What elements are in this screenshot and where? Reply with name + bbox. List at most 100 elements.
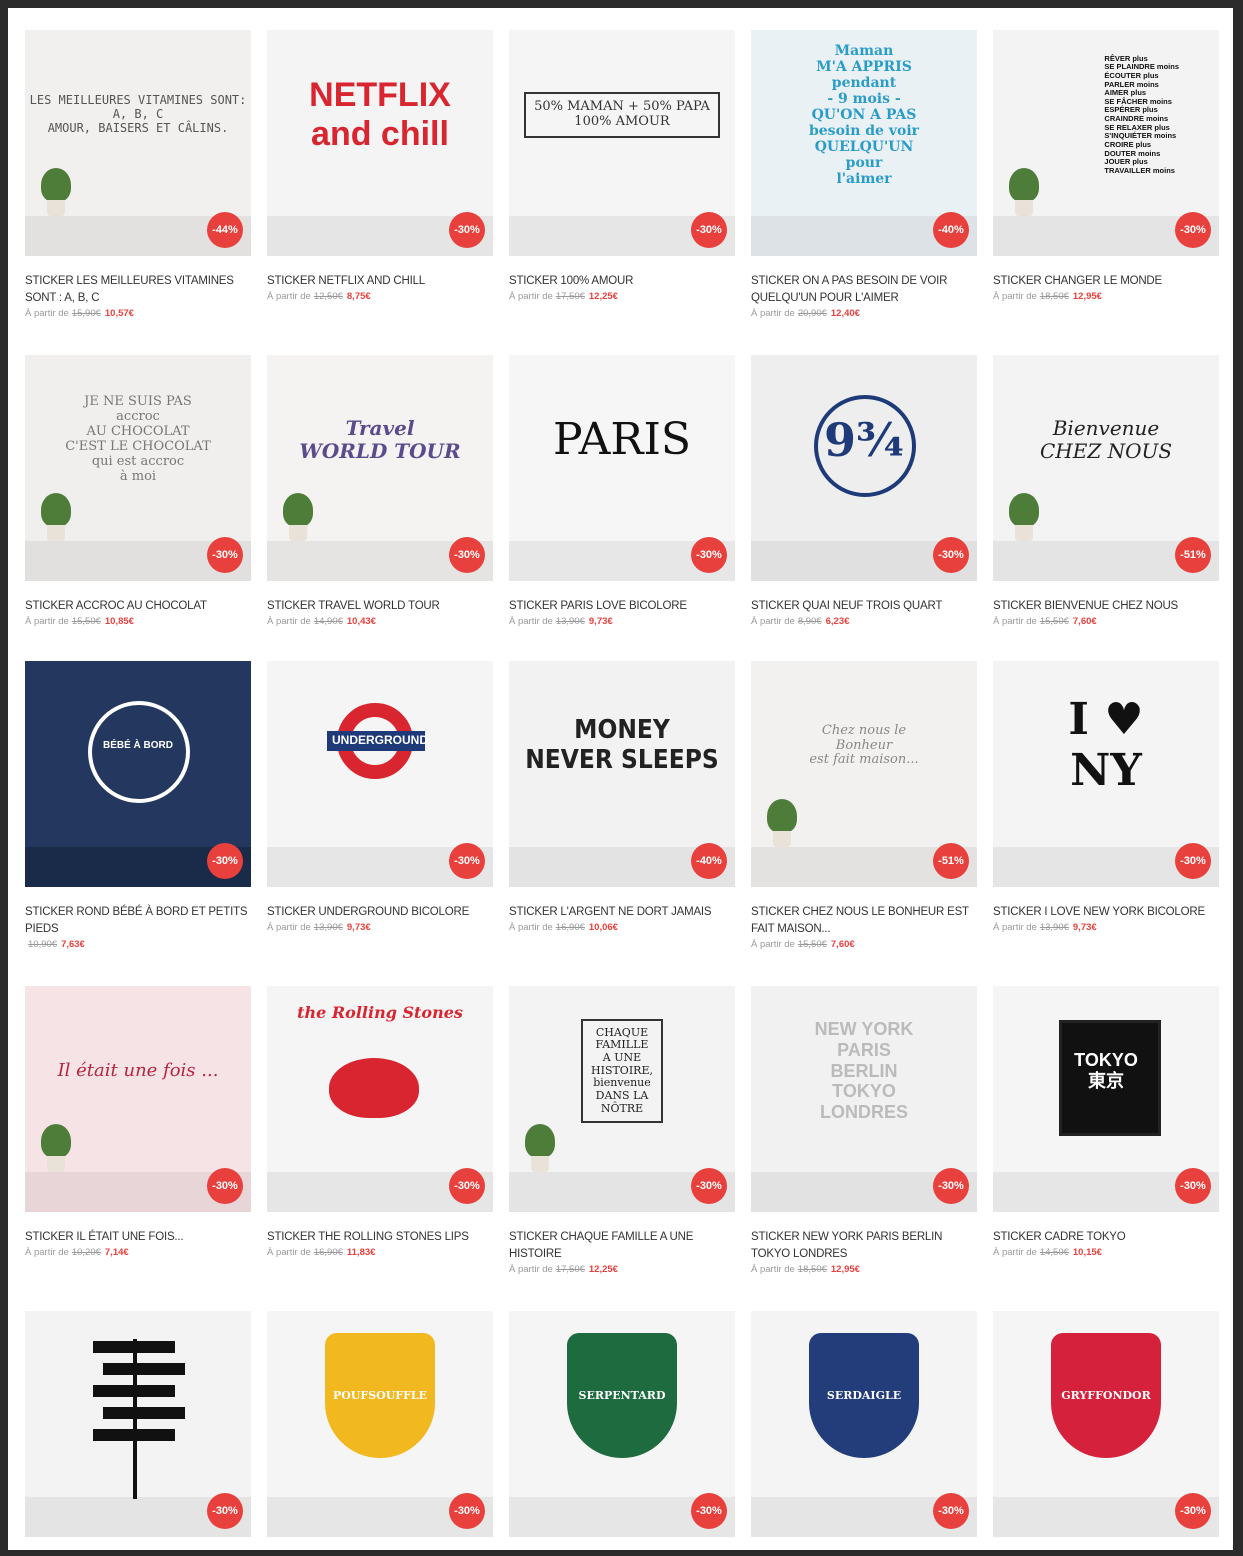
product-image[interactable]: CHAQUE FAMILLE A UNE HISTOIRE, bienvenue… (509, 986, 735, 1212)
product-title[interactable]: Sticker on a pas besoin de voir quelqu'u… (751, 273, 977, 307)
sticker-artwork-text: Travel WORLD TOUR (299, 416, 461, 463)
product-title[interactable]: Sticker accroc au chocolat (25, 598, 251, 615)
product-image[interactable]: Travel WORLD TOUR -30% (267, 355, 493, 581)
sale-price: 12,40€ (830, 308, 860, 319)
sticker-artwork-text: 50% MAMAN + 50% PAPA 100% AMOUR (509, 40, 735, 190)
product-image[interactable]: POUFSOUFFLE -30% (267, 1311, 493, 1537)
product-card[interactable]: the Rolling Stones -30% Sticker the Rollin… (267, 986, 493, 1311)
product-title[interactable]: Sticker I love New York bicolore (993, 904, 1219, 921)
product-card[interactable]: UNDERGROUND -30% Sticker Underground bicol… (267, 661, 493, 986)
discount-badge: -30% (449, 843, 485, 879)
product-card[interactable]: 50% MAMAN + 50% PAPA 100% AMOUR -30% Stick… (509, 30, 735, 355)
plant-pot-shape (1015, 525, 1033, 541)
product-card[interactable]: GRYFFONDOR -30% (993, 1311, 1219, 1550)
product-image[interactable]: the Rolling Stones -30% (267, 986, 493, 1212)
product-card[interactable]: MONEY NEVER SLEEPS -40% Sticker l'argent n… (509, 661, 735, 986)
product-card[interactable]: CHAQUE FAMILLE A UNE HISTOIRE, bienvenue… (509, 986, 735, 1311)
product-image[interactable]: SERPENTARD -30% (509, 1311, 735, 1537)
product-price: À partir de 18,50€ 12,95€ (751, 1264, 977, 1275)
product-price: À partir de 17,50€ 12,25€ (509, 1264, 735, 1275)
product-title[interactable]: Sticker Paris love bicolore (509, 598, 735, 615)
product-card[interactable]: RÊVER plus SE PLAINDRE moins ÉCOUTER plu… (993, 30, 1219, 355)
product-title[interactable]: Sticker Travel World Tour (267, 598, 493, 615)
product-image[interactable]: BÉBÉ À BORD -30% (25, 661, 251, 887)
product-card[interactable]: JE NE SUIS PAS accroc AU CHOCOLAT C'EST … (25, 355, 251, 661)
product-title[interactable]: Sticker les meilleures vitamines sont : … (25, 273, 251, 307)
product-card[interactable]: Travel WORLD TOUR -30% Sticker Travel Worl… (267, 355, 493, 661)
sale-price: 12,95€ (1072, 291, 1102, 302)
product-title[interactable]: Sticker chaque famille a une histoire (509, 1229, 735, 1263)
old-price: 14,90€ (313, 616, 343, 627)
product-image[interactable]: RÊVER plus SE PLAINDRE moins ÉCOUTER plu… (993, 30, 1219, 256)
product-image[interactable]: NETFLIX and chill -30% (267, 30, 493, 256)
product-image[interactable]: 50% MAMAN + 50% PAPA 100% AMOUR -30% (509, 30, 735, 256)
sticker-artwork-text: MONEY NEVER SLEEPS (525, 715, 719, 775)
product-image[interactable]: -30% (25, 1311, 251, 1537)
product-grid-page: LES MEILLEURES VITAMINES SONT: A, B, C A… (8, 8, 1233, 1550)
product-price: À partir de 18,50€ 12,95€ (993, 291, 1219, 302)
product-image[interactable]: JE NE SUIS PAS accroc AU CHOCOLAT C'EST … (25, 355, 251, 581)
product-card[interactable]: I ♥ NY -30% Sticker I love New York bicolo… (993, 661, 1219, 986)
product-image[interactable]: Bienvenue CHEZ NOUS -51% (993, 355, 1219, 581)
product-card[interactable]: SERDAIGLE -30% (751, 1311, 977, 1550)
product-card[interactable]: TOKYO 東京 -30% Sticker cadre Tokyo À partir … (993, 986, 1219, 1311)
old-price: 16,90€ (313, 1247, 343, 1258)
product-card[interactable]: PARIS -30% Sticker Paris love bicolore À pa… (509, 355, 735, 661)
sale-price: 7,14€ (104, 1247, 129, 1258)
price-prefix: À partir de (25, 308, 69, 319)
product-image[interactable]: LES MEILLEURES VITAMINES SONT: A, B, C A… (25, 30, 251, 256)
product-card[interactable]: Maman M'A APPRIS pendant - 9 mois - QU'O… (751, 30, 977, 355)
product-image[interactable]: I ♥ NY -30% (993, 661, 1219, 887)
price-prefix: À partir de (993, 291, 1037, 302)
sticker-artwork-text: NETFLIX and chill (309, 75, 451, 153)
product-card[interactable]: Bienvenue CHEZ NOUS -51% Sticker bienvenue… (993, 355, 1219, 661)
product-card[interactable]: BÉBÉ À BORD -30% Sticker rond bébé à bord … (25, 661, 251, 986)
product-title[interactable]: Sticker bienvenue chez nous (993, 598, 1219, 615)
old-price: 10,20€ (71, 1247, 101, 1258)
product-image[interactable]: 9¾ -30% (751, 355, 977, 581)
product-price: À partir de 14,50€ 10,15€ (993, 1247, 1219, 1258)
product-image[interactable]: UNDERGROUND -30% (267, 661, 493, 887)
sale-price: 7,60€ (1072, 616, 1097, 627)
product-title[interactable]: Sticker l'argent ne dort jamais (509, 904, 735, 921)
product-card[interactable]: SERPENTARD -30% (509, 1311, 735, 1550)
product-card[interactable]: LES MEILLEURES VITAMINES SONT: A, B, C A… (25, 30, 251, 355)
product-title[interactable]: Sticker chez nous le bonheur est fait ma… (751, 904, 977, 938)
product-card[interactable]: Il était une fois ... -30% Sticker il étai… (25, 986, 251, 1311)
product-title[interactable]: Sticker changer le monde (993, 273, 1219, 290)
product-image[interactable]: Il était une fois ... -30% (25, 986, 251, 1212)
product-image[interactable]: PARIS -30% (509, 355, 735, 581)
product-card[interactable]: NEW YORK PARIS BERLIN TOKYO LONDRES -30% S… (751, 986, 977, 1311)
product-image[interactable]: MONEY NEVER SLEEPS -40% (509, 661, 735, 887)
product-card[interactable]: -30% (25, 1311, 251, 1550)
sale-price: 12,25€ (588, 1264, 618, 1275)
product-image[interactable]: GRYFFONDOR -30% (993, 1311, 1219, 1537)
product-title[interactable]: Sticker il était une fois... (25, 1229, 251, 1246)
sticker-artwork-text: SERDAIGLE (826, 1388, 902, 1402)
old-price: 17,50€ (555, 291, 585, 302)
product-price: À partir de 13,90€ 9,73€ (993, 922, 1219, 933)
product-image[interactable]: SERDAIGLE -30% (751, 1311, 977, 1537)
sale-price: 6,23€ (825, 616, 850, 627)
product-image[interactable]: Chez nous le Bonheur est fait maison... -… (751, 661, 977, 887)
product-title[interactable]: Sticker Underground bicolore (267, 904, 493, 921)
product-title[interactable]: Sticker Netflix and chill (267, 273, 493, 290)
price-prefix: À partir de (751, 616, 795, 627)
product-card[interactable]: NETFLIX and chill -30% Sticker Netflix and… (267, 30, 493, 355)
product-image[interactable]: Maman M'A APPRIS pendant - 9 mois - QU'O… (751, 30, 977, 256)
product-title[interactable]: Sticker rond bébé à bord et petits pieds (25, 904, 251, 938)
product-image[interactable]: TOKYO 東京 -30% (993, 986, 1219, 1212)
discount-badge: -30% (933, 1168, 969, 1204)
product-card[interactable]: Chez nous le Bonheur est fait maison... -… (751, 661, 977, 986)
product-price: À partir de 12,50€ 8,75€ (267, 291, 493, 302)
product-price: 10,90€ 7,63€ (25, 939, 251, 950)
product-image[interactable]: NEW YORK PARIS BERLIN TOKYO LONDRES -30% (751, 986, 977, 1212)
product-title[interactable]: Sticker New York Paris Berlin Tokyo Lond… (751, 1229, 977, 1263)
product-card[interactable]: POUFSOUFFLE -30% (267, 1311, 493, 1550)
product-title[interactable]: Sticker Quai neuf trois quart (751, 598, 977, 615)
product-title[interactable]: Sticker the Rolling Stones lips (267, 1229, 493, 1246)
product-title[interactable]: Sticker cadre Tokyo (993, 1229, 1219, 1246)
plant-pot-shape (773, 831, 791, 847)
product-card[interactable]: 9¾ -30% Sticker Quai neuf trois quart À par… (751, 355, 977, 661)
product-title[interactable]: Sticker 100% Amour (509, 273, 735, 290)
